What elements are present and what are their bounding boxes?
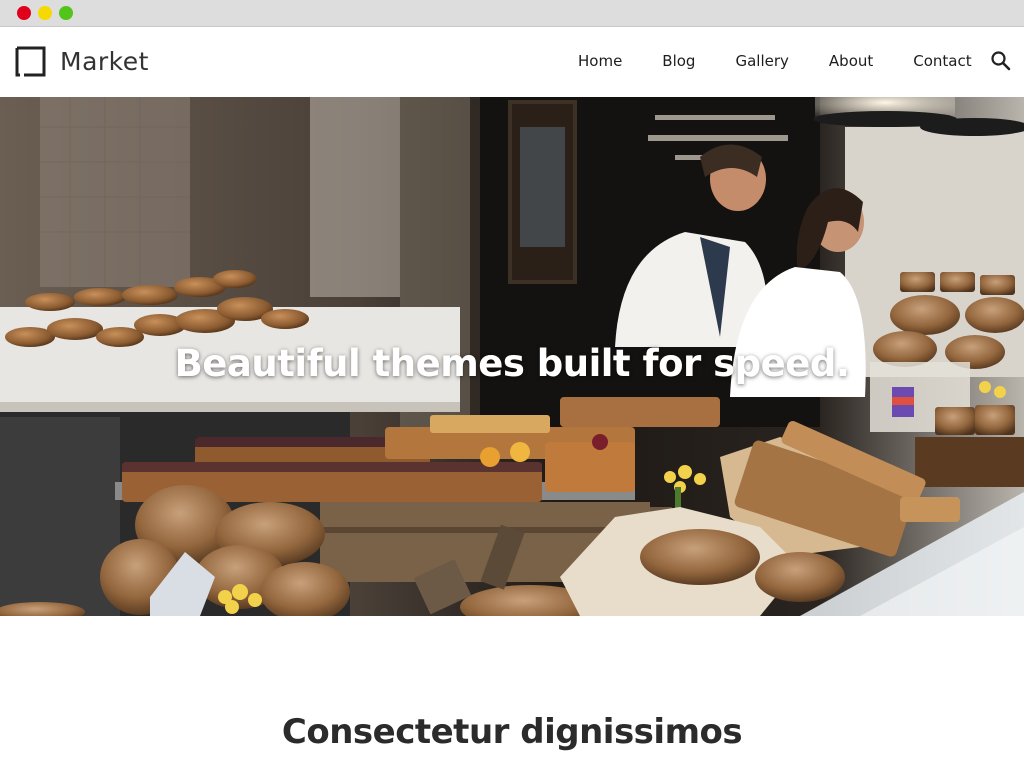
hero-title: Beautiful themes built for speed. [174, 342, 850, 385]
nav-item-about[interactable]: About [829, 51, 873, 71]
square-bracket-logo-icon [15, 46, 46, 77]
hero-banner: Beautiful themes built for speed. [0, 97, 1024, 616]
window-minimize-button[interactable] [38, 6, 52, 20]
nav-item-home[interactable]: Home [578, 51, 622, 71]
brand-link[interactable]: Market [15, 45, 149, 77]
site-header: Market Home Blog Gallery About Contact [0, 27, 1024, 97]
section-title: Consectetur dignissimos [281, 712, 743, 752]
main-nav: Home Blog Gallery About Contact [560, 51, 972, 71]
nav-item-gallery[interactable]: Gallery [735, 51, 788, 71]
window-close-button[interactable] [17, 6, 31, 20]
nav-item-contact[interactable]: Contact [913, 51, 971, 71]
window-titlebar [0, 0, 1024, 27]
nav-item-blog[interactable]: Blog [662, 51, 695, 71]
search-icon[interactable] [990, 50, 1012, 72]
window-maximize-button[interactable] [59, 6, 73, 20]
brand-name: Market [60, 46, 149, 76]
